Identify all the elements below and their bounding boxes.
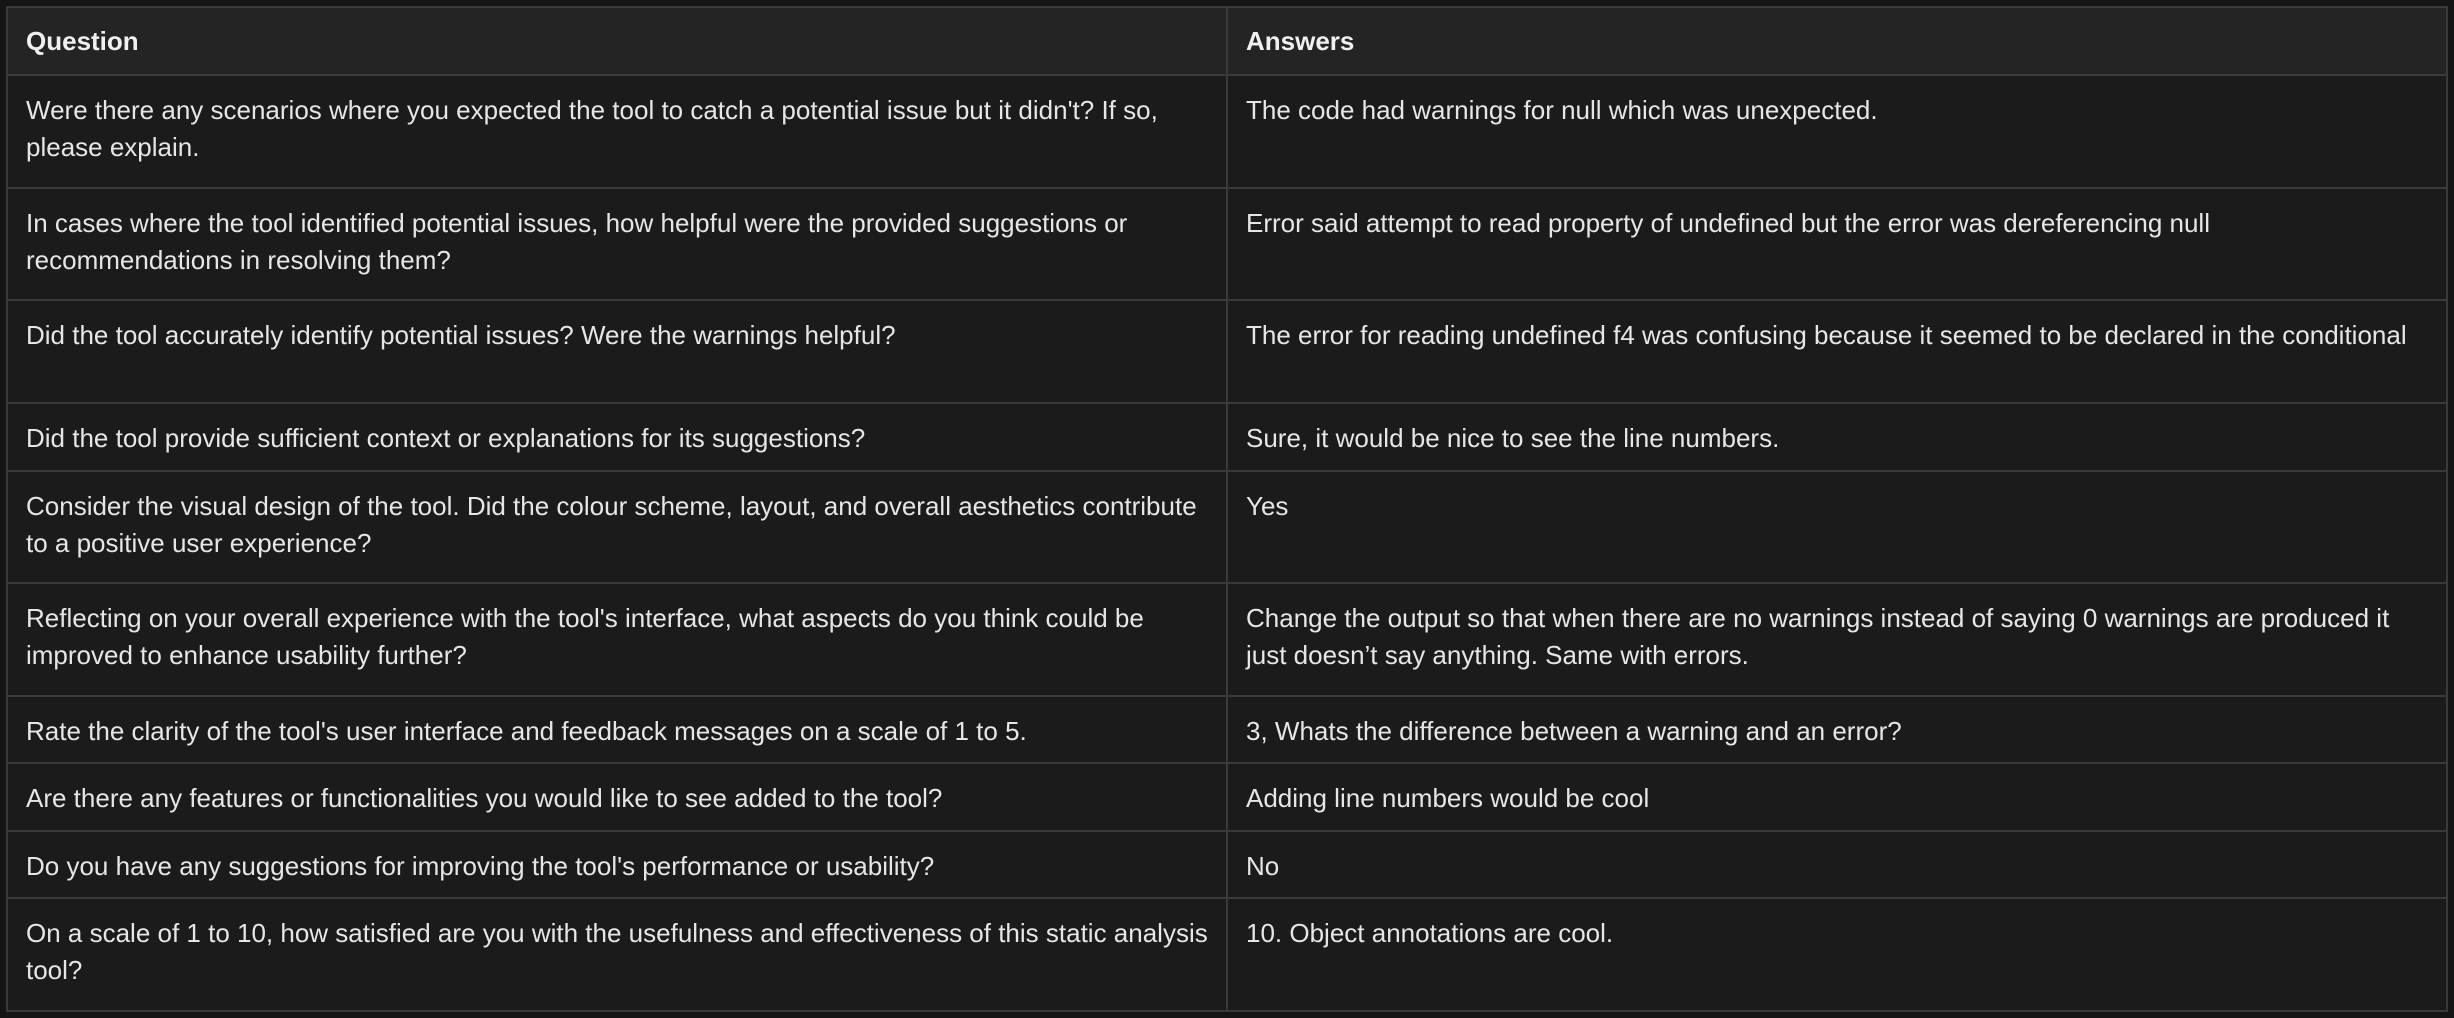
table-row: Consider the visual design of the tool. … [6,469,2448,585]
question-cell: Did the tool accurately identify potenti… [6,299,1228,405]
question-cell: Consider the visual design of the tool. … [6,469,1228,585]
answer-cell: The error for reading undefined f4 was c… [1226,299,2448,405]
survey-table-container: Question Answers Were there any scenario… [6,6,2448,1012]
table-row: Are there any features or functionalitie… [6,762,2448,832]
question-cell: Reflecting on your overall experience wi… [6,582,1228,698]
table-row: Did the tool provide sufficient context … [6,402,2448,472]
column-header-answers: Answers [1226,6,2448,76]
answer-cell: Yes [1226,469,2448,585]
question-cell: Did the tool provide sufficient context … [6,402,1228,472]
table-row: On a scale of 1 to 10, how satisfied are… [6,897,2448,1012]
question-cell: Do you have any suggestions for improvin… [6,829,1228,900]
question-cell: On a scale of 1 to 10, how satisfied are… [6,897,1228,1012]
table-row: Reflecting on your overall experience wi… [6,582,2448,698]
answer-cell: Error said attempt to read property of u… [1226,186,2448,302]
answer-cell: The code had warnings for null which was… [1226,74,2448,189]
answer-cell: 3, Whats the difference between a warnin… [1226,695,2448,765]
answer-cell: 10. Object annotations are cool. [1226,897,2448,1012]
table-row: Do you have any suggestions for improvin… [6,829,2448,900]
question-cell: Are there any features or functionalitie… [6,762,1228,832]
answer-cell: Adding line numbers would be cool [1226,762,2448,832]
table-row: In cases where the tool identified poten… [6,186,2448,302]
question-cell: Were there any scenarios where you expec… [6,74,1228,189]
column-header-question: Question [6,6,1228,76]
answer-cell: Change the output so that when there are… [1226,582,2448,698]
question-cell: Rate the clarity of the tool's user inte… [6,695,1228,765]
table-header-row: Question Answers [6,6,2448,76]
answer-cell: Sure, it would be nice to see the line n… [1226,402,2448,472]
table-row: Did the tool accurately identify potenti… [6,299,2448,405]
survey-table: Question Answers Were there any scenario… [6,6,2448,1012]
table-row: Rate the clarity of the tool's user inte… [6,695,2448,765]
table-row: Were there any scenarios where you expec… [6,74,2448,189]
question-cell: In cases where the tool identified poten… [6,186,1228,302]
answer-cell: No [1226,829,2448,900]
